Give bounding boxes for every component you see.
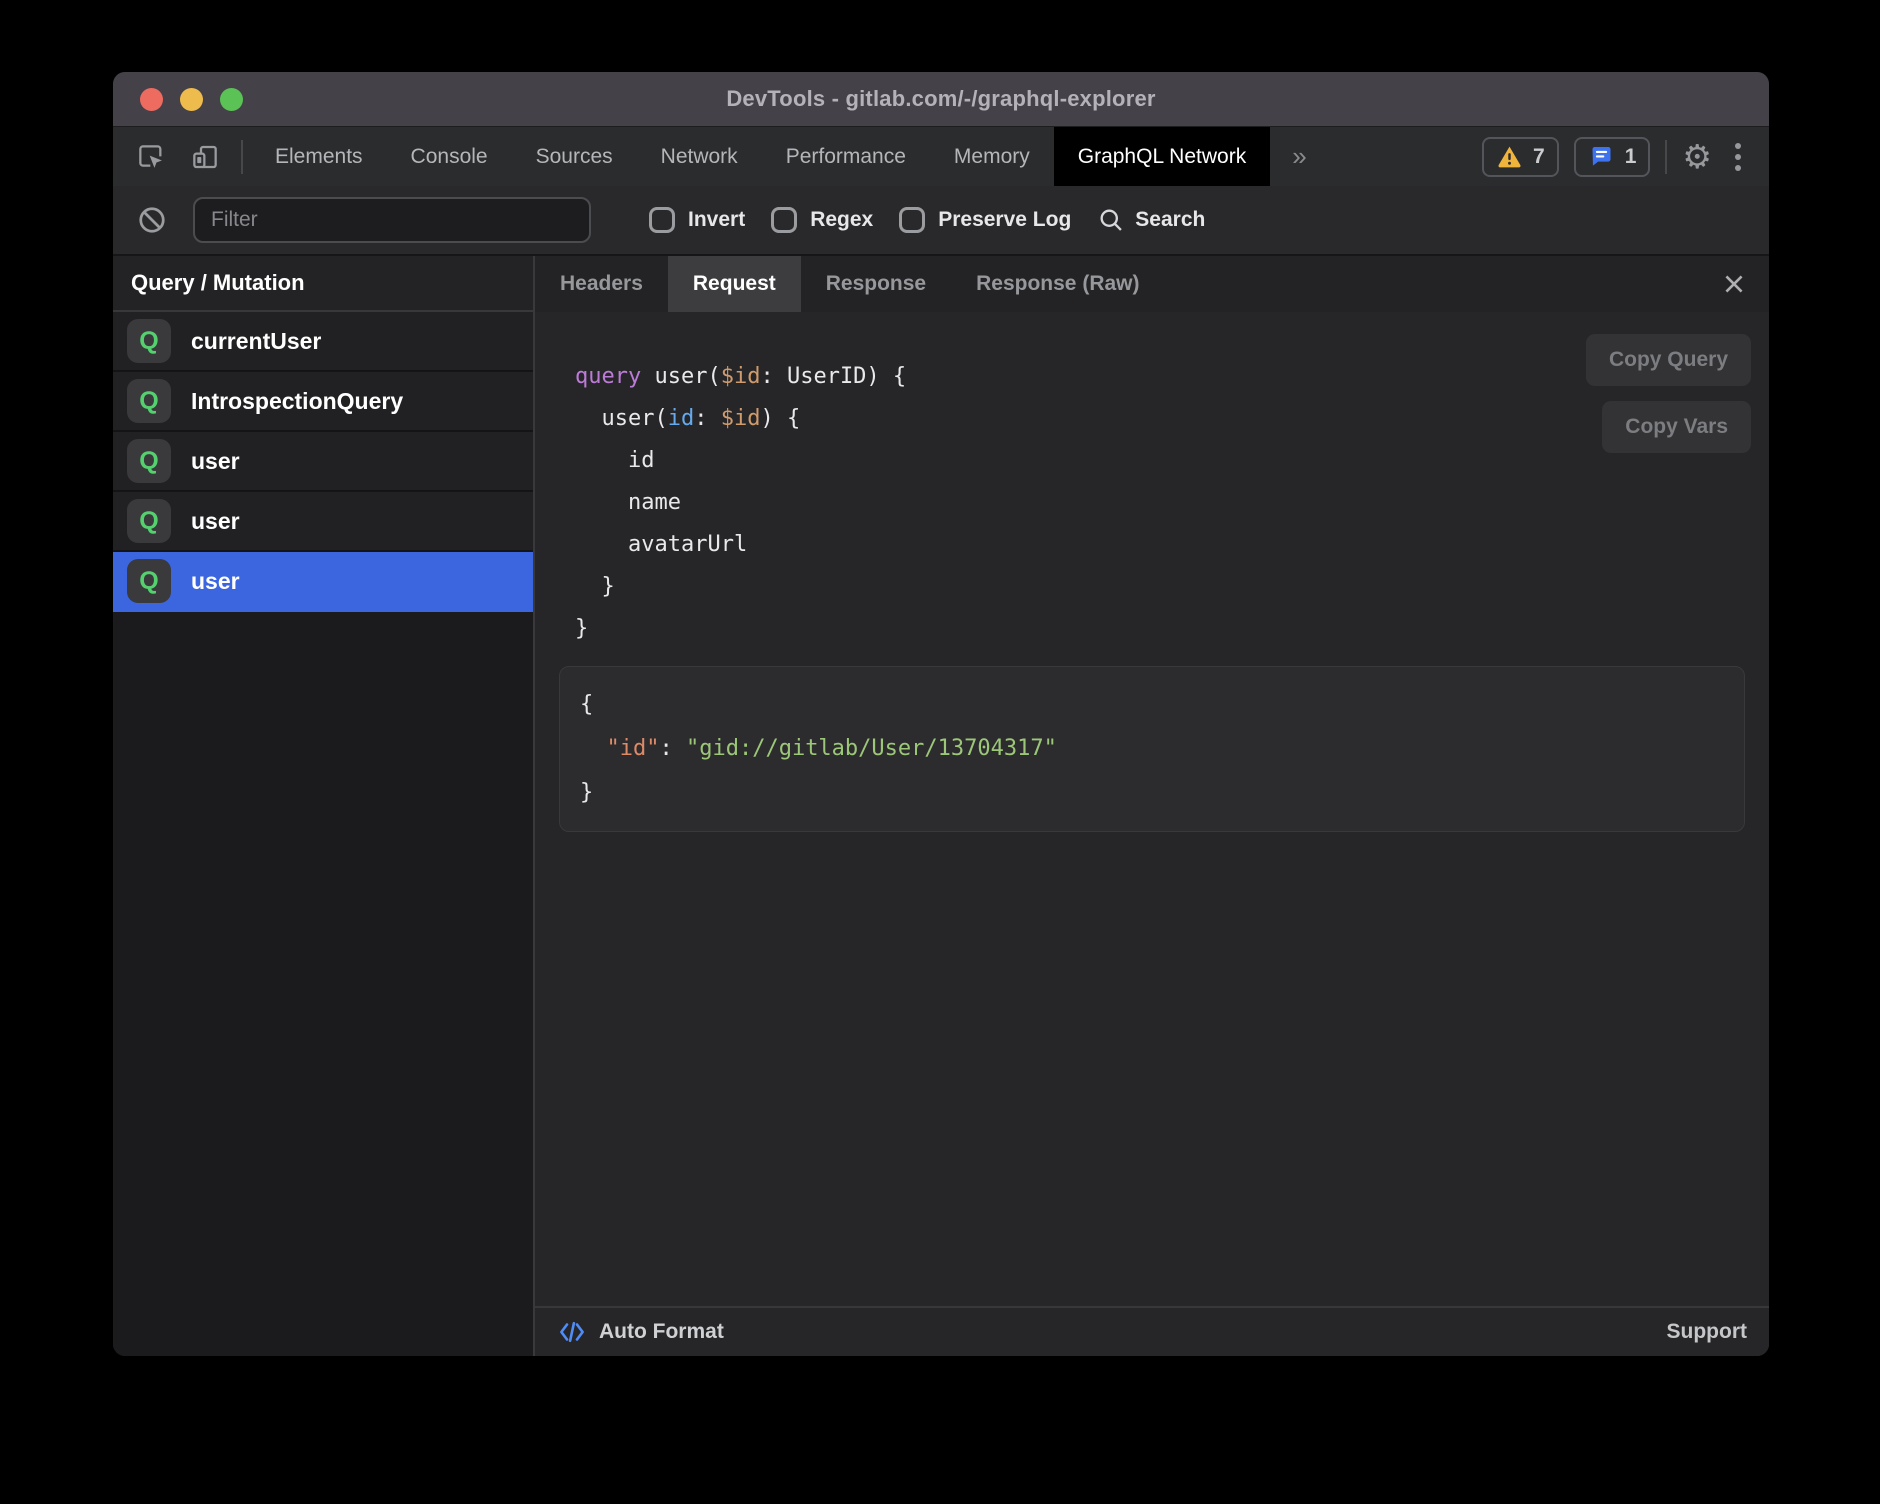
request-body: query user($id: UserID) { user(id: $id) … [535,312,1769,1306]
query-list: QcurrentUserQIntrospectionQueryQuserQuse… [113,312,533,612]
detail-tab-request[interactable]: Request [668,256,801,312]
query-name-label: currentUser [191,328,321,355]
close-icon [1721,271,1747,297]
invert-label: Invert [688,208,745,232]
query-variables-box: { "id": "gid://gitlab/User/13704317"} [559,666,1745,832]
preserve-log-label: Preserve Log [938,208,1071,232]
query-type-badge: Q [127,379,171,423]
query-list-header: Query / Mutation [113,256,533,312]
filter-toolbar: Invert Regex Preserve Log Search [113,186,1769,256]
more-tabs-icon[interactable]: » [1270,127,1328,186]
issues-count: 1 [1625,145,1637,169]
block-requests-icon[interactable] [137,205,167,235]
query-list-item[interactable]: Quser [113,552,533,612]
warning-icon [1496,143,1523,170]
search-button[interactable]: Search [1097,206,1205,234]
code-line: "id": "gid://gitlab/User/13704317" [580,727,1724,771]
invert-checkbox[interactable] [649,207,675,233]
tab-memory[interactable]: Memory [930,127,1054,186]
detail-tab-headers[interactable]: Headers [535,256,668,312]
warning-count: 7 [1533,145,1545,169]
code-line: { [580,683,1724,727]
detail-tab-response-raw-[interactable]: Response (Raw) [951,256,1164,312]
close-detail-button[interactable] [1699,256,1769,312]
device-toolbar-icon[interactable] [189,141,221,173]
query-list-item[interactable]: Q IntrospectionQuery [113,372,533,432]
detail-tab-bar: HeadersRequestResponseResponse (Raw) [535,256,1769,312]
tab-graphql-network[interactable]: GraphQL Network [1054,127,1270,186]
query-name-label: user [191,448,240,475]
query-name-label: user [191,508,240,535]
code-line: name [575,482,1769,524]
query-type-badge: Q [127,499,171,543]
code-line: } [575,566,1769,608]
search-label: Search [1135,208,1205,232]
zoom-window-button[interactable] [220,88,243,111]
query-list-item[interactable]: QcurrentUser [113,312,533,372]
query-list-panel: Query / Mutation QcurrentUserQIntrospect… [113,256,535,1356]
panel-tabs: ElementsConsoleSourcesNetworkPerformance… [251,127,1270,186]
regex-checkbox-group[interactable]: Regex [771,207,873,233]
regex-label: Regex [810,208,873,232]
code-line: avatarUrl [575,524,1769,566]
auto-format-label: Auto Format [599,1320,724,1344]
strip-right-separator [1665,140,1667,174]
inspect-element-icon[interactable] [135,141,167,173]
auto-format-toggle[interactable]: Auto Format [557,1317,724,1347]
preserve-log-checkbox-group[interactable]: Preserve Log [899,207,1071,233]
copy-vars-button[interactable]: Copy Vars [1602,401,1751,453]
search-icon [1097,206,1125,234]
tab-network[interactable]: Network [637,127,762,186]
detail-footer: Auto Format Support [535,1306,1769,1356]
query-type-badge: Q [127,439,171,483]
invert-checkbox-group[interactable]: Invert [649,207,745,233]
title-bar: DevTools - gitlab.com/-/graphql-explorer [113,72,1769,126]
query-name-label: IntrospectionQuery [191,388,403,415]
copy-query-button[interactable]: Copy Query [1586,334,1751,386]
minimize-window-button[interactable] [180,88,203,111]
code-brackets-icon [557,1317,587,1347]
issues-badge[interactable]: 1 [1574,137,1651,177]
query-type-badge: Q [127,319,171,363]
detail-tab-response[interactable]: Response [801,256,951,312]
chat-icon [1588,143,1615,170]
query-list-item[interactable]: Quser [113,492,533,552]
settings-gear-icon[interactable]: ⚙ [1682,140,1712,173]
code-line: } [575,608,1769,650]
filter-input[interactable] [193,197,591,243]
query-type-badge: Q [127,559,171,603]
toolbar-separator [241,140,243,174]
kebab-menu-icon[interactable] [1727,143,1749,171]
tab-performance[interactable]: Performance [762,127,930,186]
preserve-log-checkbox[interactable] [899,207,925,233]
regex-checkbox[interactable] [771,207,797,233]
code-line: } [580,771,1724,815]
tab-console[interactable]: Console [387,127,512,186]
main-content: Query / Mutation QcurrentUserQIntrospect… [113,256,1769,1356]
query-list-item[interactable]: Quser [113,432,533,492]
devtools-window: DevTools - gitlab.com/-/graphql-explorer… [113,72,1769,1356]
window-title: DevTools - gitlab.com/-/graphql-explorer [726,86,1155,112]
request-detail-panel: HeadersRequestResponseResponse (Raw) que… [535,256,1769,1356]
query-name-label: user [191,568,240,595]
support-link[interactable]: Support [1667,1320,1747,1344]
warnings-badge[interactable]: 7 [1482,137,1559,177]
traffic-lights [140,72,243,126]
close-window-button[interactable] [140,88,163,111]
devtools-tab-strip: ElementsConsoleSourcesNetworkPerformance… [113,126,1769,186]
tab-sources[interactable]: Sources [512,127,637,186]
tab-elements[interactable]: Elements [251,127,387,186]
